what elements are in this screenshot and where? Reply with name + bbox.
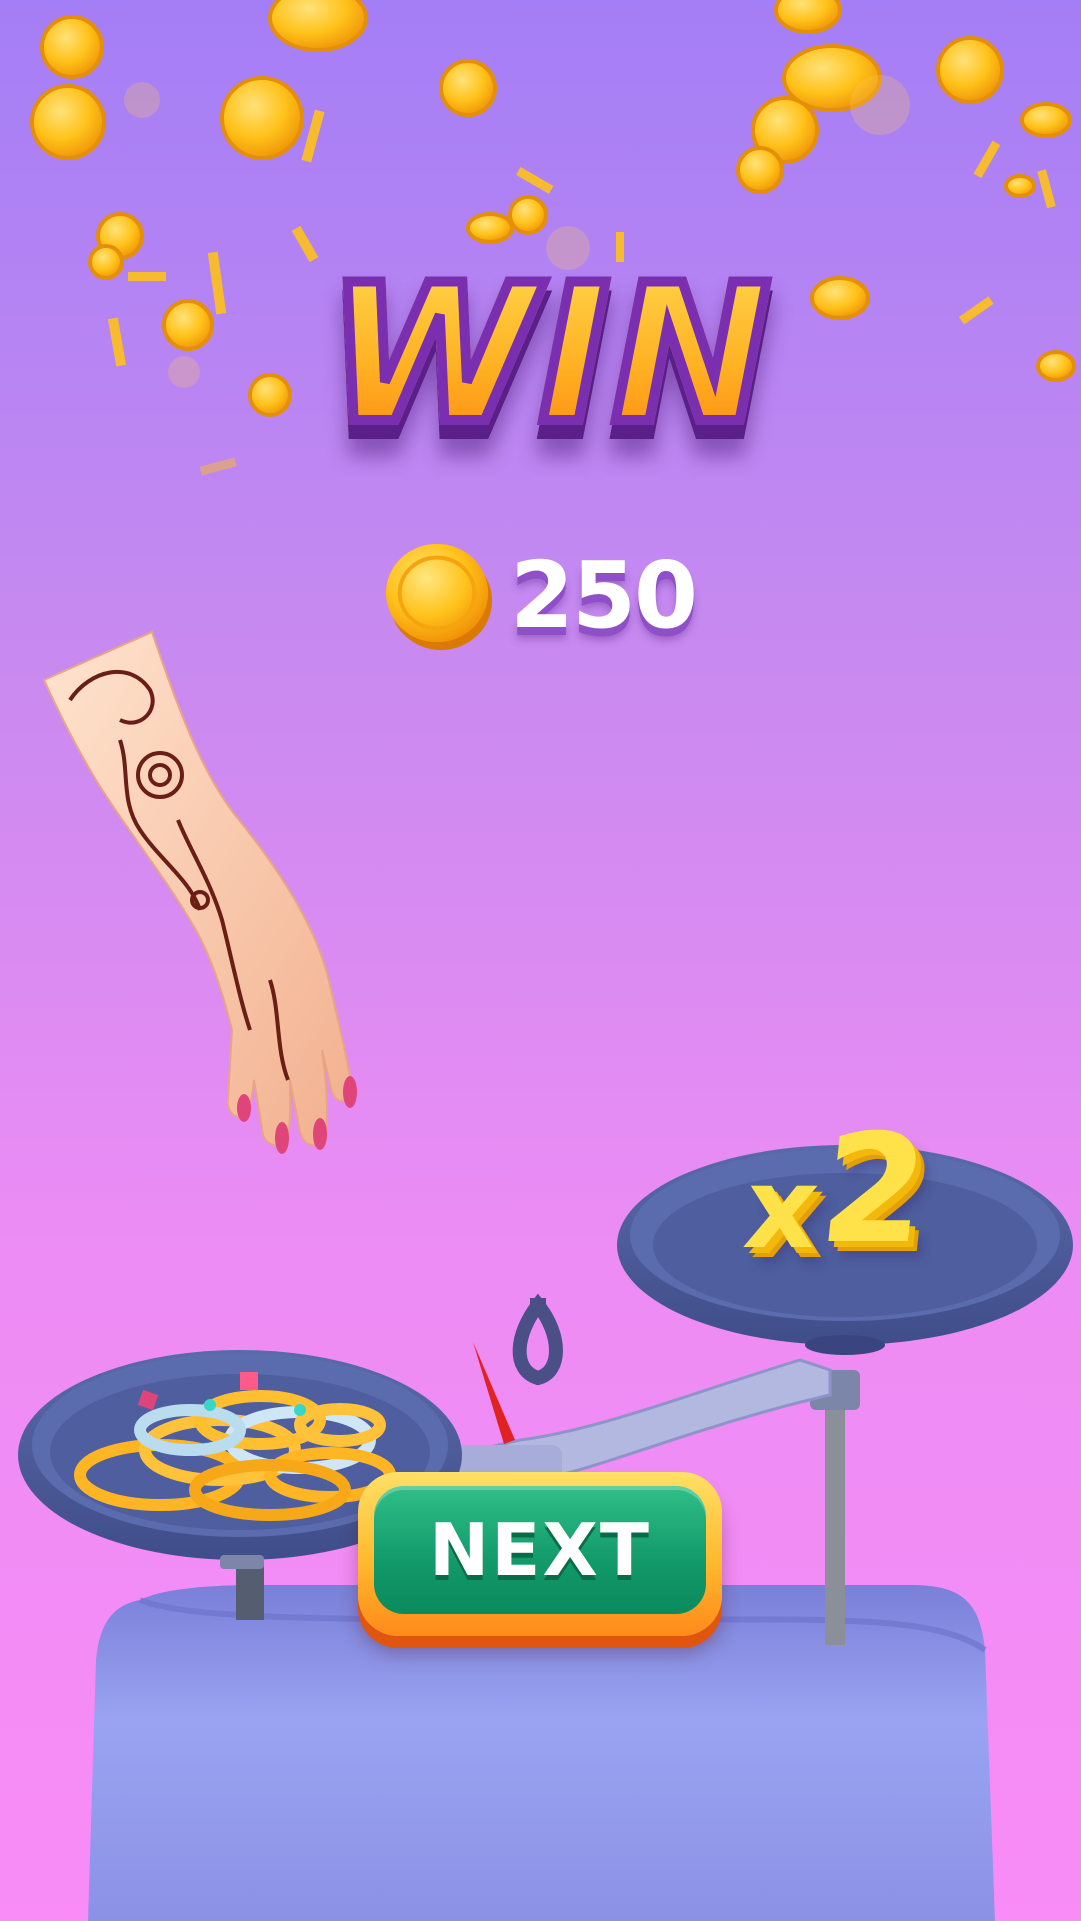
coin-icon	[385, 543, 493, 651]
multiplier-value: 2	[812, 1103, 936, 1277]
reward-display: 250	[380, 535, 698, 655]
win-title-text: WIN	[322, 244, 775, 465]
scale-needle	[473, 1342, 515, 1444]
multiplier-prefix: x	[738, 1144, 825, 1274]
next-button-label: NEXT	[428, 1508, 652, 1592]
reward-amount: 250	[510, 541, 698, 649]
next-button[interactable]: NEXT	[358, 1472, 722, 1636]
win-title: WIN	[290, 240, 810, 470]
scale-post-right	[825, 1395, 845, 1645]
multiplier-label: x2	[709, 1095, 967, 1277]
next-button-face[interactable]: NEXT	[374, 1486, 706, 1614]
